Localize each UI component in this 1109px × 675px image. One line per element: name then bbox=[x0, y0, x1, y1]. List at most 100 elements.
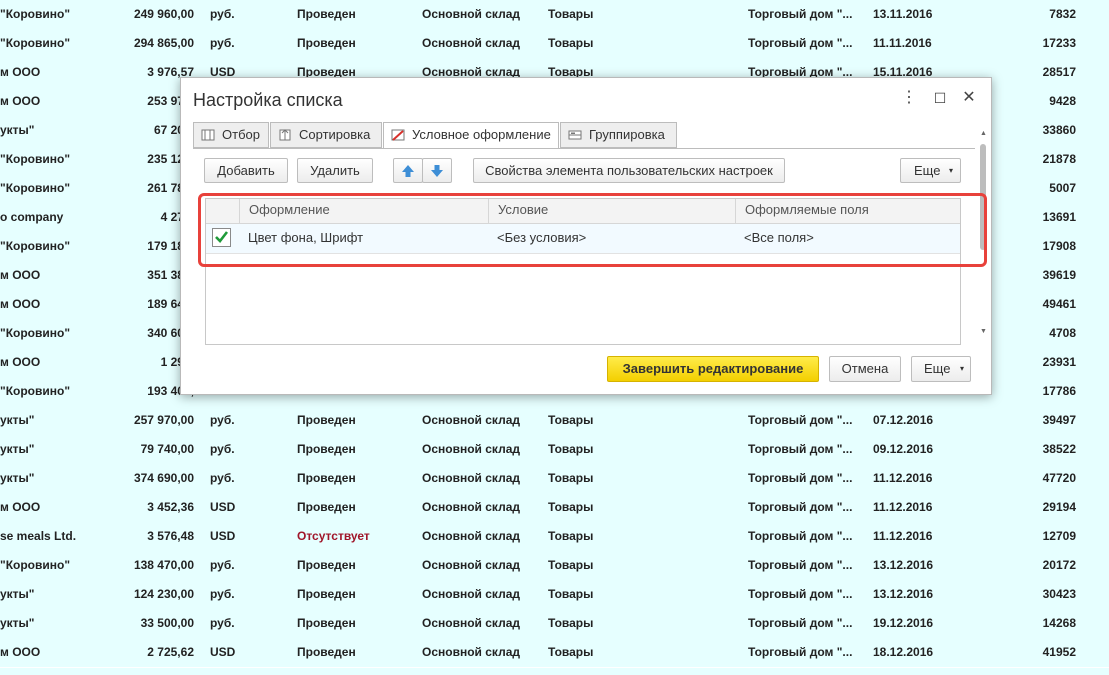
cell-org: Торговый дом "... bbox=[748, 7, 853, 21]
cell-num: 49461 bbox=[1042, 297, 1076, 311]
cell-stock: Основной склад bbox=[422, 587, 520, 601]
table-row[interactable]: "Коровино" 138 470,00 руб. Проведен Основной… bbox=[0, 551, 1109, 581]
table-row[interactable]: укты" 33 500,00 руб. Проведен Основной склад… bbox=[0, 609, 1109, 639]
cell-status: Проведен bbox=[297, 500, 356, 514]
cell-num: 17233 bbox=[1042, 36, 1076, 50]
cell-type: Товары bbox=[548, 36, 594, 50]
close-icon[interactable]: ✕ bbox=[959, 88, 979, 108]
cell-num: 38522 bbox=[1042, 442, 1076, 456]
cell-stock: Основной склад bbox=[422, 471, 520, 485]
cell-status: Проведен bbox=[297, 471, 356, 485]
cell-type: Товары bbox=[548, 558, 594, 572]
cell-org: Торговый дом "... bbox=[748, 587, 853, 601]
cell-status: Проведен bbox=[297, 587, 356, 601]
cell-date: 13.11.2016 bbox=[873, 7, 933, 21]
cell-currency: USD bbox=[210, 500, 236, 514]
delete-button[interactable]: Удалить bbox=[297, 158, 373, 183]
footer-more-button[interactable]: Еще ▾ bbox=[911, 356, 971, 382]
table-row[interactable]: укты" 374 690,00 руб. Проведен Основной скла… bbox=[0, 464, 1109, 494]
list-settings-dialog: Настройка списка ⋮ ☐ ✕ Отбор Сортировка … bbox=[180, 77, 992, 395]
cell-sum: 3 452,36 bbox=[147, 500, 194, 514]
table-row[interactable]: "Коровино" 249 960,00 руб. Проведен Основной… bbox=[0, 0, 1109, 30]
cell-org: Торговый дом "... bbox=[748, 471, 853, 485]
cell-num: 39619 bbox=[1042, 268, 1076, 282]
cell-date: 11.12.2016 bbox=[873, 471, 933, 485]
table-row[interactable]: укты" 79 740,00 руб. Проведен Основной склад… bbox=[0, 435, 1109, 465]
cell-status: Проведен bbox=[297, 7, 356, 21]
cell-status: Проведен bbox=[297, 616, 356, 630]
cell-num: 7832 bbox=[1049, 7, 1076, 21]
cell-status: Проведен bbox=[297, 36, 356, 50]
cancel-button[interactable]: Отмена bbox=[829, 356, 901, 382]
table-row[interactable]: м ООО 2 725,62 USD Проведен Основной склад То… bbox=[0, 638, 1109, 668]
cell-stock: Основной склад bbox=[422, 500, 520, 514]
cell-num: 12709 bbox=[1042, 529, 1076, 543]
cell-status: Проведен bbox=[297, 413, 356, 427]
cell-currency: руб. bbox=[210, 36, 235, 50]
cell-num: 29194 bbox=[1042, 500, 1076, 514]
toolbar-more-button[interactable]: Еще ▾ bbox=[900, 158, 961, 183]
header-checkbox-column bbox=[206, 199, 239, 223]
table-row[interactable]: se meals Ltd. 3 576,48 USD Отсутствует Основ… bbox=[0, 522, 1109, 552]
scroll-down-icon: ▼ bbox=[980, 328, 987, 335]
cell-stock: Основной склад bbox=[422, 36, 520, 50]
cell-stock: Основной склад bbox=[422, 413, 520, 427]
cell-type: Товары bbox=[548, 7, 594, 21]
table-row[interactable]: укты" 257 970,00 руб. Проведен Основной скла… bbox=[0, 406, 1109, 436]
cell-org: Торговый дом "... bbox=[748, 36, 853, 50]
cell-stock: Основной склад bbox=[422, 442, 520, 456]
scroll-thumb[interactable] bbox=[980, 144, 986, 250]
table-row[interactable]: Цвет фона, Шрифт <Без условия> <Все поля… bbox=[206, 224, 960, 254]
cell-status: Отсутствует bbox=[297, 529, 370, 543]
cell-stock: Основной склад bbox=[422, 558, 520, 572]
row-fields: <Все поля> bbox=[744, 230, 814, 245]
cell-org: Торговый дом "... bbox=[748, 500, 853, 514]
cell-date: 13.12.2016 bbox=[873, 587, 934, 601]
cell-sum: 2 725,62 bbox=[147, 645, 194, 659]
tab-grouping[interactable]: Группировка bbox=[560, 122, 677, 148]
move-up-button[interactable] bbox=[393, 158, 423, 183]
header-condition[interactable]: Условие bbox=[488, 199, 735, 223]
cell-num: 4708 bbox=[1049, 326, 1076, 340]
cell-status: Проведен bbox=[297, 558, 356, 572]
maximize-icon[interactable]: ☐ bbox=[930, 88, 950, 108]
dialog-scrollbar[interactable]: ▲ ▼ bbox=[978, 130, 988, 342]
cell-org: Торговый дом "... bbox=[748, 558, 853, 572]
cell-stock: Основной склад bbox=[422, 645, 520, 659]
cell-num: 23931 bbox=[1042, 355, 1076, 369]
finish-editing-button[interactable]: Завершить редактирование bbox=[607, 356, 819, 382]
tab-filter[interactable]: Отбор bbox=[193, 122, 269, 148]
table-row[interactable]: укты" 124 230,00 руб. Проведен Основной скла… bbox=[0, 580, 1109, 610]
dialog-title: Настройка списка bbox=[193, 90, 343, 110]
cell-date: 07.12.2016 bbox=[873, 413, 934, 427]
cell-currency: USD bbox=[210, 529, 236, 543]
footer-more-label: Еще bbox=[924, 361, 951, 376]
cell-date: 11.11.2016 bbox=[873, 36, 932, 50]
cell-currency: руб. bbox=[210, 616, 235, 630]
row-enabled-checkbox[interactable] bbox=[212, 228, 231, 247]
cell-type: Товары bbox=[548, 500, 594, 514]
cell-sum: 374 690,00 bbox=[133, 471, 194, 485]
item-properties-button[interactable]: Свойства элемента пользовательских настр… bbox=[473, 158, 785, 183]
cell-date: 13.12.2016 bbox=[873, 558, 934, 572]
more-actions-icon[interactable]: ⋮ bbox=[899, 88, 919, 108]
conditional-format-icon bbox=[391, 129, 405, 141]
tab-sort[interactable]: Сортировка bbox=[270, 122, 382, 148]
cell-sum: 3 576,48 bbox=[147, 529, 194, 543]
table-row[interactable]: м ООО 3 452,36 USD Проведен Основной склад То… bbox=[0, 493, 1109, 523]
add-button[interactable]: Добавить bbox=[204, 158, 288, 183]
table-row[interactable]: "Коровино" 294 865,00 руб. Проведен Основной… bbox=[0, 29, 1109, 59]
cell-num: 20172 bbox=[1042, 558, 1076, 572]
tab-conditional-format[interactable]: Условное оформление bbox=[383, 122, 559, 149]
move-down-button[interactable] bbox=[422, 158, 452, 183]
row-condition: <Без условия> bbox=[497, 230, 587, 245]
dropdown-arrow-icon: ▾ bbox=[959, 364, 964, 373]
cell-sum: 138 470,00 bbox=[133, 558, 194, 572]
checkmark-icon bbox=[215, 231, 229, 243]
header-format[interactable]: Оформление bbox=[239, 199, 488, 223]
cell-sum: 33 500,00 bbox=[140, 616, 194, 630]
arrow-down-icon bbox=[431, 165, 443, 177]
cell-num: 39497 bbox=[1042, 413, 1076, 427]
header-fields[interactable]: Оформляемые поля bbox=[735, 199, 960, 223]
cell-currency: руб. bbox=[210, 7, 235, 21]
